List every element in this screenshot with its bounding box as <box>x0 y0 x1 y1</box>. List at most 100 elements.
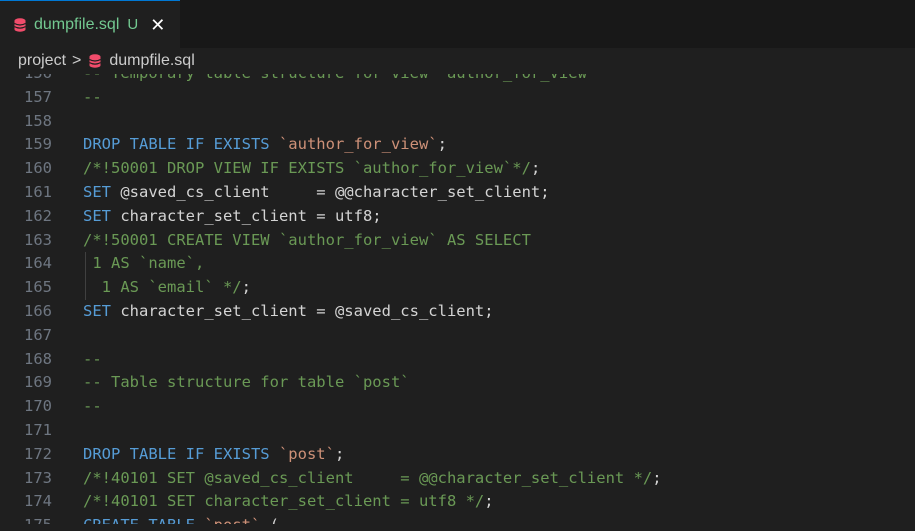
tab-bar: dumpfile.sql U ✕ <box>0 0 915 49</box>
code-token: -- <box>83 397 102 416</box>
line-number: 174 <box>24 492 52 511</box>
code-text: DROP TABLE IF EXISTS `post`; <box>83 443 344 467</box>
code-line[interactable]: 164 1 AS `name`, <box>0 252 915 276</box>
code-token: DROP TABLE IF EXISTS <box>83 444 279 463</box>
code-text: -- <box>83 395 102 419</box>
code-line[interactable]: 167 <box>0 324 915 348</box>
breadcrumb-file[interactable]: dumpfile.sql <box>109 52 194 70</box>
code-text: /*!50001 DROP VIEW IF EXISTS `author_for… <box>83 157 540 181</box>
code-text: SET character_set_client = @saved_cs_cli… <box>83 300 494 324</box>
code-text: SET @saved_cs_client = @@character_set_c… <box>83 181 550 205</box>
line-number: 162 <box>24 206 52 225</box>
code-line[interactable]: 159 DROP TABLE IF EXISTS `author_for_view… <box>0 133 915 157</box>
code-line[interactable]: 169 -- Table structure for table `post` <box>0 371 915 395</box>
code-text: -- Temporary table structure for view `a… <box>83 74 596 86</box>
code-line[interactable]: 172 DROP TABLE IF EXISTS `post`; <box>0 443 915 467</box>
code-text: CREATE TABLE `post` ( <box>83 514 279 524</box>
code-text: /*!40101 SET @saved_cs_client = @@charac… <box>83 467 662 491</box>
line-number: 169 <box>24 373 52 392</box>
line-number: 157 <box>24 87 52 106</box>
code-text: 1 AS `name`, <box>83 252 204 276</box>
line-number: 173 <box>24 468 52 487</box>
code-line[interactable]: 170 -- <box>0 395 915 419</box>
code-token: SET <box>83 302 121 320</box>
code-token: -- <box>83 349 102 368</box>
code-line[interactable]: 165 1 AS `email` */; <box>0 276 915 300</box>
code-text: DROP TABLE IF EXISTS `author_for_view`; <box>83 133 447 157</box>
line-number: 167 <box>24 325 52 344</box>
code-token: `post` <box>204 516 260 524</box>
code-line[interactable]: 166 SET character_set_client = @saved_cs_… <box>0 300 915 324</box>
line-number: 166 <box>24 302 52 320</box>
line-number: 175 <box>0 514 52 524</box>
code-token: ; <box>437 135 447 154</box>
code-text: -- <box>83 86 102 110</box>
code-token: ; <box>334 444 345 463</box>
chevron-right-icon: > <box>72 52 82 69</box>
code-token: 1 AS `name`, <box>83 254 205 273</box>
indent-guide <box>85 252 86 300</box>
code-line[interactable]: 174 /*!40101 SET character_set_client = u… <box>0 490 915 514</box>
database-icon <box>14 17 26 32</box>
code-token: ; <box>530 159 541 178</box>
code-token: 1 AS `email` */ <box>83 278 242 297</box>
code-text: SET character_set_client = utf8; <box>83 205 382 229</box>
line-number: 159 <box>24 135 52 154</box>
code-token: ( <box>260 516 279 524</box>
code-token: SET <box>83 183 121 201</box>
close-icon[interactable]: ✕ <box>150 16 165 34</box>
code-token: /*!50001 DROP VIEW IF EXISTS `author_for… <box>83 159 531 178</box>
line-number: 156 <box>0 74 52 86</box>
code-editor[interactable]: 156 -- Temporary table structure for view… <box>0 74 915 524</box>
line-number: 164 <box>24 254 52 273</box>
code-token: DROP TABLE IF EXISTS <box>83 135 279 154</box>
code-text: -- <box>83 348 102 372</box>
breadcrumb: project > dumpfile.sql <box>0 48 915 74</box>
line-number: 161 <box>24 183 52 201</box>
code-line[interactable]: 157 -- <box>0 86 915 110</box>
code-line[interactable]: 175 CREATE TABLE `post` ( <box>0 514 915 524</box>
code-token: /*!40101 SET character_set_client = utf8… <box>83 492 485 511</box>
code-token: character_set_client = utf8; <box>120 206 382 225</box>
line-number: 158 <box>24 111 52 130</box>
database-icon <box>89 54 102 68</box>
line-number: 170 <box>24 397 52 416</box>
line-number: 163 <box>24 230 52 249</box>
code-token: -- Temporary table structure for view `a… <box>83 74 596 82</box>
code-token: -- Table structure for table `post` <box>83 373 410 392</box>
horizontal-scrollbar[interactable] <box>0 524 915 531</box>
line-number: 165 <box>24 278 52 297</box>
code-line[interactable]: 156 -- Temporary table structure for view… <box>0 74 915 86</box>
code-token: `post` <box>278 444 335 463</box>
code-token: /*!40101 SET @saved_cs_client = @@charac… <box>83 468 653 487</box>
code-token: ; <box>652 468 662 487</box>
line-number: 160 <box>24 159 52 178</box>
breadcrumb-folder[interactable]: project <box>18 52 66 70</box>
code-line[interactable]: 173 /*!40101 SET @saved_cs_client = @@cha… <box>0 467 915 491</box>
line-number: 168 <box>24 349 52 368</box>
code-text: -- Table structure for table `post` <box>83 371 410 395</box>
code-text: 1 AS `email` */; <box>83 276 251 300</box>
code-line[interactable]: 168 -- <box>0 348 915 372</box>
code-line[interactable]: 161 SET @saved_cs_client = @@character_se… <box>0 181 915 205</box>
code-line[interactable]: 163 /*!50001 CREATE VIEW `author_for_view… <box>0 229 915 253</box>
code-line[interactable]: 160 /*!50001 DROP VIEW IF EXISTS `author_… <box>0 157 915 181</box>
code-text: /*!50001 CREATE VIEW `author_for_view` A… <box>83 229 531 253</box>
code-line[interactable]: 171 <box>0 419 915 443</box>
code-token: character_set_client = @saved_cs_client; <box>120 302 494 320</box>
code-token: @saved_cs_client = @@character_set_clien… <box>120 183 550 201</box>
code-token: ; <box>484 492 494 511</box>
code-token: SET <box>83 206 121 225</box>
code-line[interactable]: 162 SET character_set_client = utf8; <box>0 205 915 229</box>
code-token: -- <box>83 87 102 106</box>
tab-dumpfile-sql[interactable]: dumpfile.sql U ✕ <box>0 0 180 48</box>
tab-label: dumpfile.sql <box>34 15 120 33</box>
code-token: `author_for_view` <box>278 135 438 154</box>
line-number: 172 <box>24 444 52 463</box>
code-token: /*!50001 CREATE VIEW `author_for_view` A… <box>83 230 531 249</box>
code-token: ; <box>241 278 251 297</box>
code-text: /*!40101 SET character_set_client = utf8… <box>83 490 494 514</box>
code-line[interactable]: 158 <box>0 110 915 134</box>
git-status-badge: U <box>127 16 139 33</box>
line-number: 171 <box>24 421 52 439</box>
